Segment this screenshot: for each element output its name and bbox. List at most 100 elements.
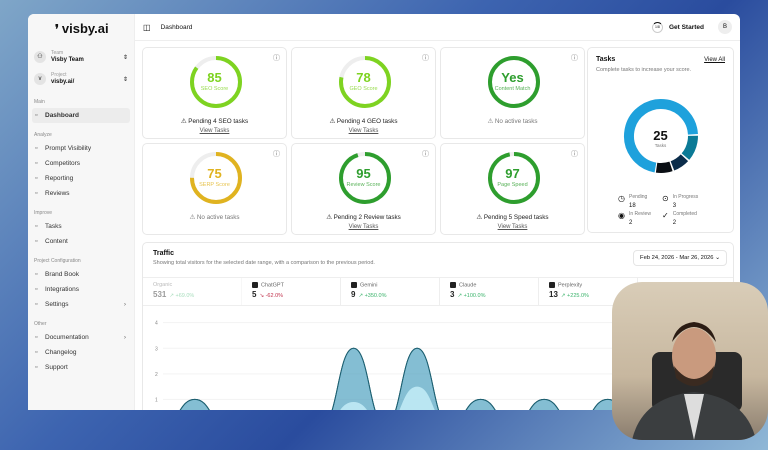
traffic-subtitle: Showing total visitors for the selected … xyxy=(153,260,375,266)
score-label: Content Match xyxy=(494,86,531,92)
warning-icon: ⚠ xyxy=(326,214,332,221)
trend-up-icon: ↗ xyxy=(560,293,566,300)
traffic-title: Traffic xyxy=(153,250,175,257)
check-icon: ✓ xyxy=(662,211,669,220)
task-stat: ⊙ In Progress 3 xyxy=(662,194,699,209)
sidebar-item-support[interactable]: ▫ Support xyxy=(32,360,130,375)
sidebar-item-prompt-visibility[interactable]: ▫ Prompt Visibility xyxy=(32,141,130,156)
score-value: 97 xyxy=(505,166,520,181)
score-status: ⚠ Pending 4 GEO tasks xyxy=(329,118,398,125)
sidebar-item-label: Settings xyxy=(45,301,69,308)
circle-dots-icon: ⊙ xyxy=(662,194,669,203)
book-open-icon: ▫ xyxy=(35,334,38,341)
source-toggle-gemini[interactable]: Gemini 9 ↗ +350.0% xyxy=(341,277,440,305)
project-selector[interactable]: v Project visby.ai/⇕ xyxy=(34,68,128,90)
view-tasks-link[interactable]: View Tasks xyxy=(441,224,584,230)
tasks-total: 25 xyxy=(653,128,668,143)
help-icon[interactable]: ⓘ xyxy=(422,53,429,63)
lifebuoy-icon: ▫ xyxy=(35,364,38,371)
plug-icon: ▫ xyxy=(35,286,38,293)
sidebar-item-label: Support xyxy=(45,364,68,371)
nav-group-title: Main xyxy=(34,99,45,105)
sidebar-item-brand-book[interactable]: ▫ Brand Book xyxy=(32,267,130,282)
score-card: ⓘ 95 Review Score ⚠ Pending 2 Review tas… xyxy=(291,143,436,235)
help-icon[interactable]: ⓘ xyxy=(273,149,280,159)
checkbox-checked-icon xyxy=(549,282,555,288)
sidebar-item-label: Changelog xyxy=(45,349,77,356)
view-tasks-link[interactable]: View Tasks xyxy=(143,128,286,134)
tasks-total-label: Tasks xyxy=(654,143,667,148)
nav-group-title: Analyze xyxy=(34,132,52,138)
date-range-picker[interactable]: Feb 24, 2026 - Mar 26, 2026 ⌄ xyxy=(633,250,727,266)
source-toggle-organic[interactable]: Organic 531 ↗ +69.0% xyxy=(143,277,242,305)
sidebar-item-changelog[interactable]: ▫ Changelog xyxy=(32,345,130,360)
chevron-updown-icon: ⇕ xyxy=(122,54,128,61)
sidebar-item-documentation[interactable]: ▫ Documentation › xyxy=(32,330,130,345)
tasks-title: Tasks xyxy=(596,56,616,63)
score-value: 95 xyxy=(356,166,371,181)
breadcrumb: Dashboard xyxy=(160,23,193,31)
trend-up-icon: ↗ xyxy=(358,293,364,300)
checkbox-checked-icon xyxy=(450,282,456,288)
sidebar-item-integrations[interactable]: ▫ Integrations xyxy=(32,282,130,297)
avatar[interactable]: B xyxy=(718,20,732,34)
sidebar-item-label: Content xyxy=(45,238,68,245)
source-toggle-claude[interactable]: Claude 3 ↗ +100.0% xyxy=(440,277,539,305)
checkbox-checked-icon xyxy=(252,282,258,288)
eye-icon: ◉ xyxy=(618,211,625,220)
sidebar-item-label: Integrations xyxy=(45,286,79,293)
view-all-link[interactable]: View All xyxy=(704,57,725,63)
score-label: Review Score xyxy=(346,182,381,188)
view-tasks-link[interactable]: View Tasks xyxy=(292,128,435,134)
sidebar-item-content[interactable]: ▫ Content xyxy=(32,234,130,249)
task-stat: ✓ Completed 2 xyxy=(662,211,697,226)
team-selector[interactable]: ⚇ Team Visby Team ⇕ xyxy=(34,46,128,68)
sidebar-item-label: Documentation xyxy=(45,334,89,341)
change-badge: ↗ +225.0% xyxy=(560,293,589,300)
warning-icon: ⚠ xyxy=(487,118,494,125)
help-icon[interactable]: ⓘ xyxy=(422,149,429,159)
help-icon[interactable]: ⓘ xyxy=(273,53,280,63)
help-icon[interactable]: ⓘ xyxy=(571,149,578,159)
logo[interactable]: ❜ visby.ai xyxy=(28,14,134,36)
sidebar-item-settings[interactable]: ▫ Settings › xyxy=(32,297,130,312)
chevron-right-icon: › xyxy=(123,334,126,341)
score-status: ⚠ Pending 5 Speed tasks xyxy=(476,214,549,221)
team-icon: ⚇ xyxy=(34,51,46,63)
warning-icon: ⚠ xyxy=(329,118,336,125)
message-icon: ▫ xyxy=(35,190,38,197)
chart-icon: ▫ xyxy=(35,175,38,182)
get-started-button[interactable]: Get Started xyxy=(669,24,704,31)
sidebar-item-label: Competitors xyxy=(45,160,81,167)
sidebar-item-tasks[interactable]: ▫ Tasks xyxy=(32,219,130,234)
task-stat: ◉ In Review 2 xyxy=(618,211,651,226)
sidebar-item-dashboard[interactable]: ▫ Dashboard xyxy=(32,108,130,123)
chevron-down-icon: ⌄ xyxy=(715,255,720,261)
y-tick-label: 3 xyxy=(155,346,158,352)
sidebar-item-reviews[interactable]: ▫ Reviews xyxy=(32,186,130,201)
score-value: 85 xyxy=(207,70,222,85)
warning-icon: ⚠ xyxy=(476,214,483,221)
source-toggle-chatgpt[interactable]: ChatGPT 5 ↘ -62.0% xyxy=(242,277,341,305)
sidebar: ❜ visby.ai ⚇ Team Visby Team ⇕ v Project visby… xyxy=(28,14,135,410)
chevron-updown-icon: ⇕ xyxy=(122,76,128,83)
checkbox-checked-icon xyxy=(351,282,357,288)
project-icon: v xyxy=(34,73,46,85)
sidebar-item-competitors[interactable]: ▫ Competitors xyxy=(32,156,130,171)
nav-group-title: Project Configuration xyxy=(34,258,81,264)
webcam-overlay xyxy=(612,282,768,440)
sidebar-item-reporting[interactable]: ▫ Reporting xyxy=(32,171,130,186)
score-value: 75 xyxy=(207,166,222,181)
warning-icon: ⚠ xyxy=(180,118,187,125)
score-status: ⚠ No active tasks xyxy=(487,118,538,125)
trophy-icon: ▫ xyxy=(35,160,38,167)
sidebar-toggle-icon[interactable]: ◫ xyxy=(143,23,151,32)
score-status: ⚠ No active tasks xyxy=(189,214,240,221)
score-card: ⓘ 97 Page Speed ⚠ Pending 5 Speed tasks … xyxy=(440,143,585,235)
score-label: GEO Score xyxy=(349,86,378,92)
sidebar-item-label: Brand Book xyxy=(45,271,79,278)
help-icon[interactable]: ⓘ xyxy=(571,53,578,63)
list-icon: ▫ xyxy=(35,223,38,230)
score-card: ⓘ 75 SERP Score ⚠ No active tasks xyxy=(142,143,287,235)
view-tasks-link[interactable]: View Tasks xyxy=(292,224,435,230)
